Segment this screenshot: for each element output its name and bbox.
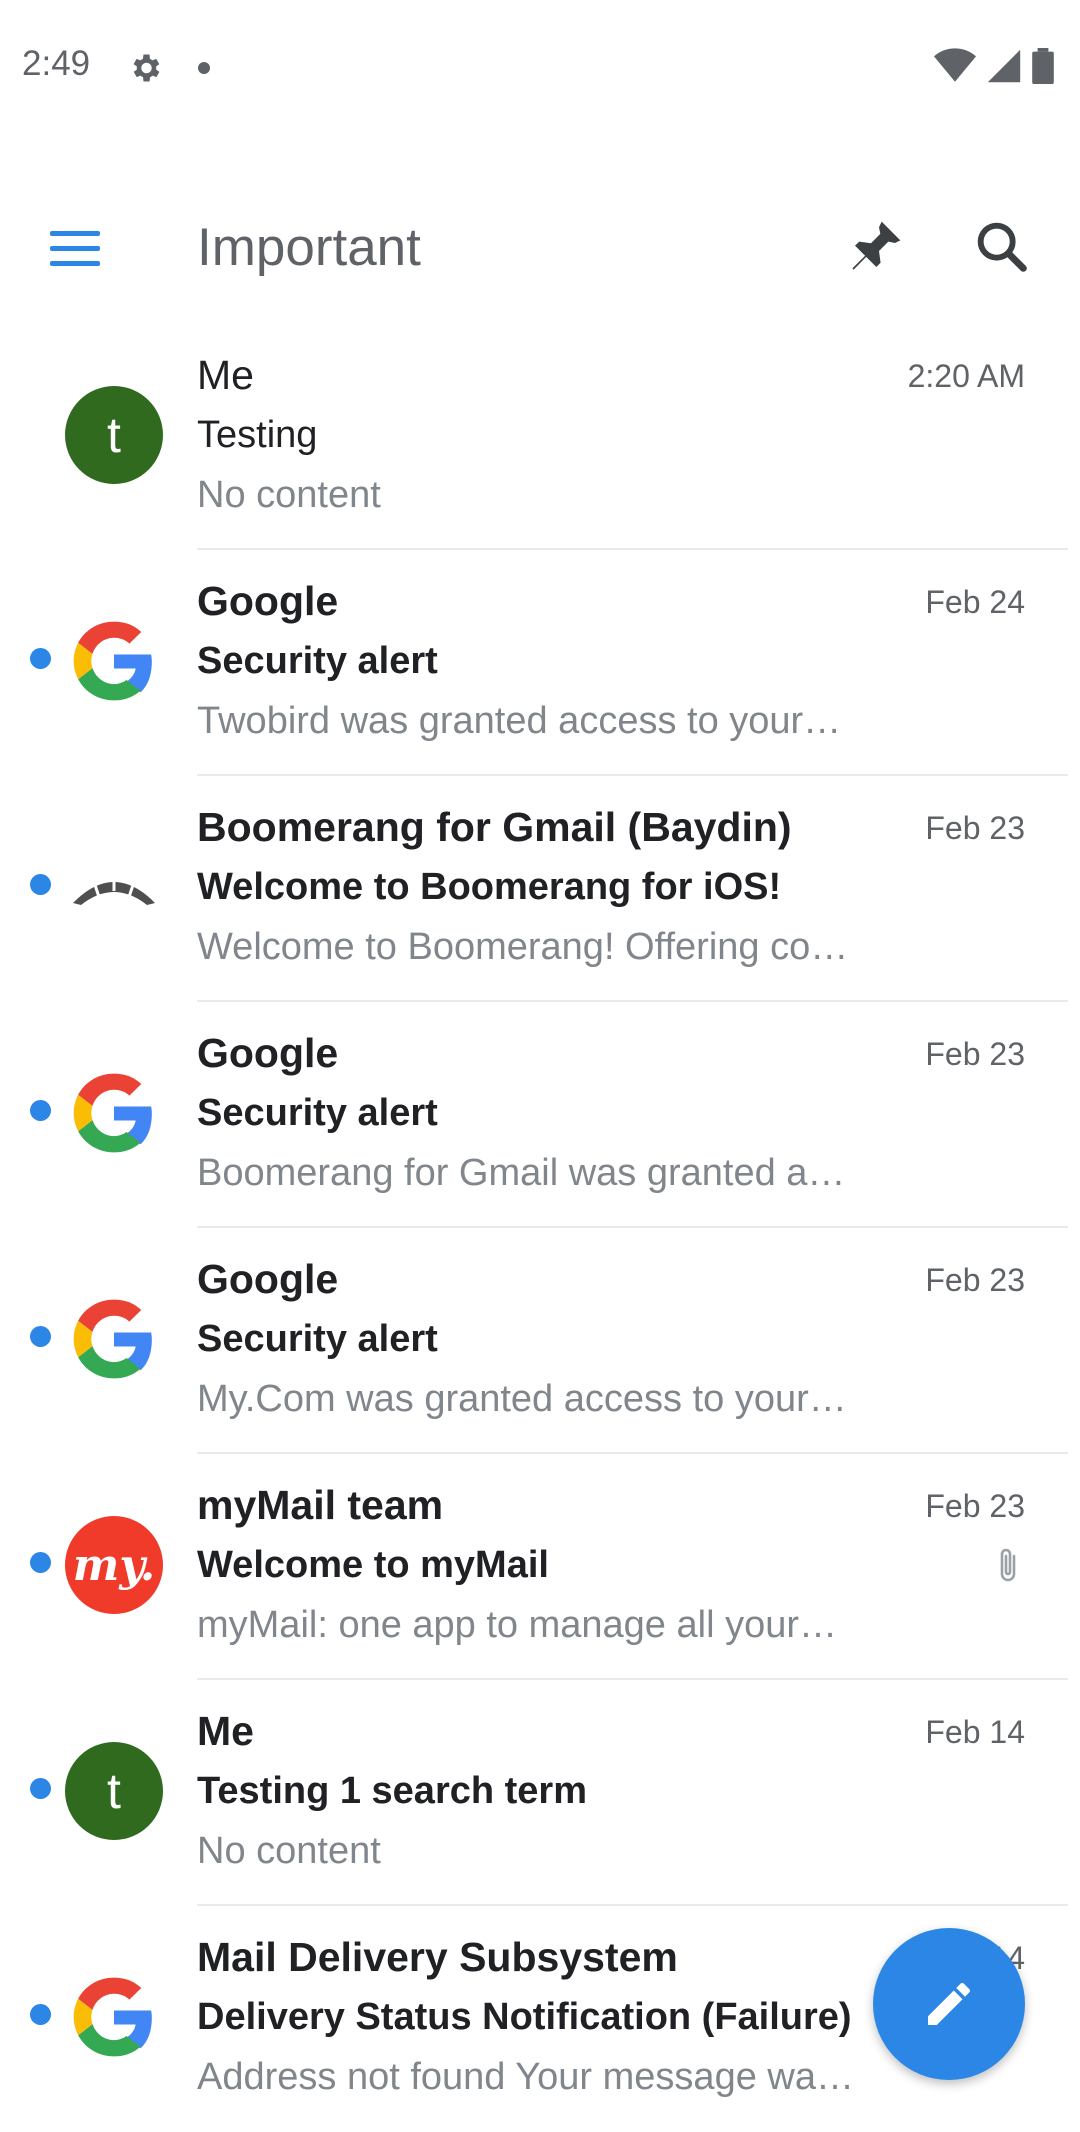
- email-date: Feb 23: [925, 810, 1025, 846]
- email-date: Feb 23: [925, 1262, 1025, 1298]
- email-sender: Google: [197, 1256, 339, 1302]
- status-time: 2:49: [22, 44, 91, 83]
- google-logo-icon: [65, 1290, 163, 1388]
- pin-icon[interactable]: [843, 215, 907, 279]
- email-date: Feb 23: [925, 1488, 1025, 1524]
- email-row[interactable]: Boomerang for Gmail (Baydin) Feb 23 Welc…: [0, 776, 1080, 1002]
- email-row[interactable]: Google Feb 23 Security alert Boomerang f…: [0, 1002, 1080, 1228]
- email-subject: Testing: [197, 414, 318, 456]
- email-snippet: My.Com was granted access to your…: [197, 1378, 847, 1420]
- email-date: 2:20 AM: [907, 358, 1025, 394]
- email-row[interactable]: t Me 2:20 AM Testing No content: [0, 324, 1080, 550]
- email-sender: myMail team: [197, 1482, 444, 1528]
- avatar: t: [65, 386, 163, 484]
- email-subject: Delivery Status Notification (Failure): [197, 1996, 852, 2038]
- email-sender: Google: [197, 578, 339, 624]
- email-subject: Security alert: [197, 1092, 438, 1134]
- unread-dot-icon: [30, 648, 51, 669]
- unread-dot-icon: [30, 1100, 51, 1121]
- google-logo-icon: [65, 1064, 163, 1162]
- wifi-icon: [934, 48, 976, 82]
- email-row[interactable]: my. myMail team Feb 23 Welcome to myMail…: [0, 1454, 1080, 1680]
- email-date: Feb 14: [925, 1714, 1025, 1750]
- mymail-logo-text: my.: [72, 1539, 156, 1591]
- email-row[interactable]: Google Feb 24 Security alert Twobird was…: [0, 550, 1080, 776]
- unread-dot-icon: [30, 874, 51, 895]
- email-sender: Google: [197, 1030, 339, 1076]
- avatar-letter: t: [107, 407, 121, 463]
- email-snippet: Twobird was granted access to your…: [197, 700, 842, 742]
- status-icons: [934, 48, 1054, 84]
- compose-button[interactable]: [873, 1928, 1025, 2080]
- email-subject: Security alert: [197, 1318, 438, 1360]
- google-logo-icon: [65, 612, 163, 710]
- attachment-icon: [996, 1546, 1020, 1591]
- unread-dot-icon: [30, 1552, 51, 1573]
- mymail-logo-icon: my.: [65, 1516, 163, 1614]
- avatar: t: [65, 1742, 163, 1840]
- notification-dot-icon: [198, 62, 210, 74]
- email-snippet: Address not found Your message wa…: [197, 2056, 854, 2098]
- boomerang-logo-icon: [65, 838, 163, 936]
- search-icon[interactable]: [970, 215, 1034, 279]
- email-subject: Security alert: [197, 640, 438, 682]
- email-row[interactable]: Google Feb 23 Security alert My.Com was …: [0, 1228, 1080, 1454]
- unread-dot-icon: [30, 1326, 51, 1347]
- menu-hamburger-icon[interactable]: [46, 225, 106, 275]
- email-sender: Me: [197, 1708, 254, 1754]
- unread-dot-icon: [30, 1778, 51, 1799]
- email-sender: Boomerang for Gmail (Baydin): [197, 804, 792, 850]
- pencil-icon: [928, 1982, 970, 2025]
- email-snippet: Welcome to Boomerang! Offering co…: [197, 926, 849, 968]
- battery-icon: [1032, 48, 1054, 84]
- email-subject: Welcome to myMail: [197, 1544, 549, 1586]
- status-bar: 2:49: [0, 0, 1080, 135]
- page-title: Important: [197, 218, 421, 277]
- email-subject: Testing 1 search term: [197, 1770, 588, 1812]
- google-logo-icon: [65, 1968, 163, 2066]
- settings-gear-icon: [127, 50, 163, 91]
- app-bar: Important: [0, 195, 1080, 305]
- email-sender: Mail Delivery Subsystem: [197, 1934, 678, 1980]
- email-snippet: myMail: one app to manage all your…: [197, 1604, 837, 1646]
- email-sender: Me: [197, 352, 254, 398]
- email-date: Feb 24: [925, 584, 1025, 620]
- email-subject: Welcome to Boomerang for iOS!: [197, 866, 782, 908]
- email-date: Feb 23: [925, 1036, 1025, 1072]
- email-snippet: No content: [197, 1830, 381, 1872]
- avatar-letter: t: [107, 1763, 121, 1819]
- email-snippet: No content: [197, 474, 381, 516]
- email-snippet: Boomerang for Gmail was granted a…: [197, 1152, 846, 1194]
- unread-dot-icon: [30, 2004, 51, 2025]
- cell-signal-icon: [987, 49, 1021, 83]
- email-row[interactable]: t Me Feb 14 Testing 1 search term No con…: [0, 1680, 1080, 1906]
